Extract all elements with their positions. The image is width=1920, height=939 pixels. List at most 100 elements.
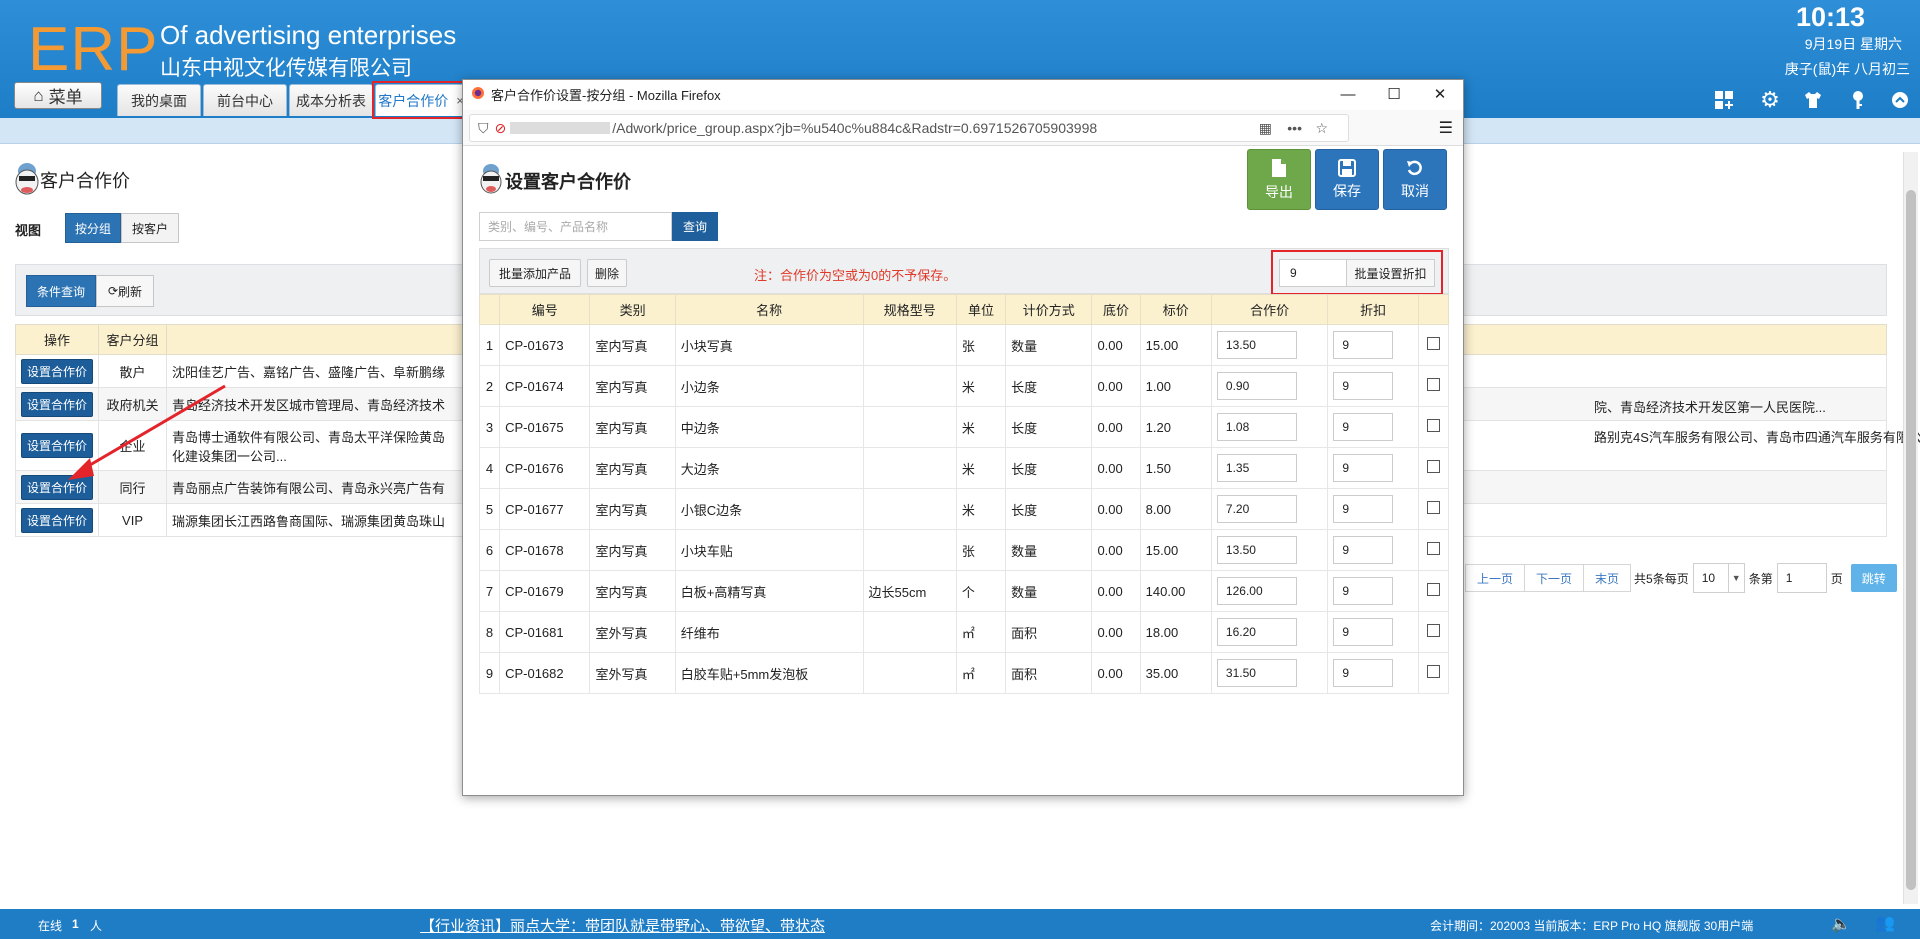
coop-price-input[interactable]: 31.50 [1216,659,1297,687]
view-by-group-button[interactable]: 按分组 [65,213,121,243]
coop-price-input[interactable]: 16.20 [1216,618,1297,646]
pagination: 上一页 下一页 末页 共5条每页 10 ▼ 条第 1 页 跳转 [1465,562,1897,594]
cell-name: 大边条 [674,447,864,489]
search-button[interactable]: 查询 [672,212,718,241]
delete-button[interactable]: 删除 [587,259,627,287]
row-checkbox[interactable] [1426,460,1440,473]
discount-input[interactable]: 9 [1333,372,1394,400]
next-page-button[interactable]: 下一页 [1524,564,1585,592]
menu-button[interactable]: ⌂ 菜单 [14,82,102,109]
cell-list: 140.00 [1139,570,1212,612]
discount-input[interactable]: 9 [1333,659,1394,687]
page-title: 客户合作价 [40,171,130,191]
window-titlebar: 客户合作价设置-按分组 - Mozilla Firefox — ☐ ✕ [463,80,1463,108]
batch-add-product-button[interactable]: 批量添加产品 [489,259,581,287]
view-by-customer-button[interactable]: 按客户 [121,213,179,243]
discount-input[interactable]: 9 [1333,618,1394,646]
refresh-button[interactable]: ⟳ 刷新 [96,275,154,307]
cell-spec [862,324,957,366]
discount-input[interactable]: 9 [1333,577,1394,605]
discount-input[interactable]: 9 [1333,413,1394,441]
discount-input[interactable]: 9 [1333,454,1394,482]
news-ticker-link[interactable]: 【行业资讯】丽点大学：带团队就是带野心、带欲望、带状态 [420,915,825,936]
cell-discount: 9 [1327,529,1419,571]
hamburger-menu-icon[interactable]: ☰ [1439,118,1453,138]
cancel-button[interactable]: 取消 [1383,149,1447,210]
row-checkbox[interactable] [1426,419,1440,432]
tab-my-desktop[interactable]: 我的桌面 [117,84,201,116]
coop-price-input[interactable]: 0.90 [1216,372,1297,400]
row-checkbox[interactable] [1426,337,1440,350]
coop-price-input[interactable]: 1.08 [1216,413,1297,441]
cell-discount: 9 [1327,447,1419,489]
row-checkbox[interactable] [1426,542,1440,555]
coop-price-input[interactable]: 13.50 [1216,536,1297,564]
cell-no: 7 [478,570,501,612]
collapse-icon[interactable] [1888,88,1912,112]
popup-window: 客户合作价设置-按分组 - Mozilla Firefox — ☐ ✕ ⛉ ⊘ … [462,79,1464,796]
cell-spec [862,406,957,448]
cell-list: 15.00 [1139,324,1212,366]
tab-cost-analysis[interactable]: 成本分析表 [289,84,373,116]
coop-price-input[interactable]: 7.20 [1216,495,1297,523]
cell-coop: 0.90 [1210,365,1329,407]
discount-input[interactable]: 9 [1333,536,1394,564]
prev-page-button[interactable]: 上一页 [1465,564,1526,592]
condition-query-button[interactable]: 条件查询 [26,275,96,307]
page-number-input[interactable]: 1 [1776,563,1827,593]
scroll-thumb[interactable] [1906,190,1916,890]
cell-select [1417,570,1450,612]
product-search-input[interactable]: 类别、编号、产品名称 [479,212,672,241]
row-checkbox[interactable] [1426,583,1440,596]
cell-name: 中边条 [674,406,864,448]
discount-input[interactable]: 9 [1333,495,1394,523]
page-size-select[interactable]: 10 ▼ [1692,563,1745,593]
coop-price-input[interactable]: 1.35 [1216,454,1297,482]
page-unit: 页 [1830,571,1843,586]
price-table: 编号 类别 名称 规格型号 单位 计价方式 底价 标价 合作价 折扣 1 CP-0… [478,294,1450,694]
cell-spec [862,611,957,653]
cell-no: 2 [478,365,501,407]
cell-code: CP-01675 [499,406,591,448]
row-checkbox[interactable] [1426,624,1440,637]
users-icon[interactable]: 👥 [1875,913,1895,933]
row-checkbox[interactable] [1426,665,1440,678]
set-price-button[interactable]: 设置合作价 [21,358,94,384]
minimize-icon[interactable]: — [1325,80,1371,108]
row-checkbox[interactable] [1426,501,1440,514]
coop-price-input[interactable]: 126.00 [1216,577,1297,605]
page-size-value: 10 [1701,571,1716,585]
cell-code: CP-01673 [499,324,591,366]
url-bar[interactable]: ⛉ ⊘ /Adwork/price_group.aspx?jb=%u540c%u… [469,114,1349,142]
qr-icon[interactable]: ▦ [1259,120,1272,137]
column-header: 类别 [589,294,676,325]
column-header: 操作 [14,324,100,355]
go-button[interactable]: 跳转 [1850,564,1897,592]
discount-input[interactable]: 9 [1333,331,1394,359]
export-button[interactable]: 导出 [1247,149,1311,210]
shirt-icon[interactable] [1801,88,1825,112]
date-text: 9月19日 星期六 [1804,36,1902,52]
gear-icon[interactable]: ⚙ [1758,87,1782,112]
tab-front-center[interactable]: 前台中心 [203,84,287,116]
last-page-button[interactable]: 末页 [1583,564,1632,592]
status-footer: 在线 1 人 【行业资讯】丽点大学：带团队就是带野心、带欲望、带状态 会计期间：… [0,909,1920,939]
close-icon[interactable]: ✕ [1417,80,1463,108]
brand-english: Of advertising enterprises [160,20,457,50]
key-icon[interactable] [1846,88,1870,112]
speaker-icon[interactable]: 🔈 [1831,914,1851,934]
grid-add-icon[interactable] [1712,88,1736,112]
save-button[interactable]: 保存 [1315,149,1379,210]
undo-icon [1407,160,1422,175]
column-header: 标价 [1139,294,1212,325]
set-price-button[interactable]: 设置合作价 [21,507,94,533]
cell-pricing: 面积 [1005,611,1093,653]
main-scrollbar[interactable] [1903,152,1918,904]
coop-price-input[interactable]: 13.50 [1216,331,1297,359]
more-icon[interactable]: ••• [1287,120,1302,136]
star-icon[interactable]: ☆ [1315,120,1328,137]
cell-cat: 室内写真 [589,406,676,448]
total-text: 共5条每页 [1634,571,1689,586]
row-checkbox[interactable] [1426,378,1440,391]
maximize-icon[interactable]: ☐ [1371,80,1417,108]
